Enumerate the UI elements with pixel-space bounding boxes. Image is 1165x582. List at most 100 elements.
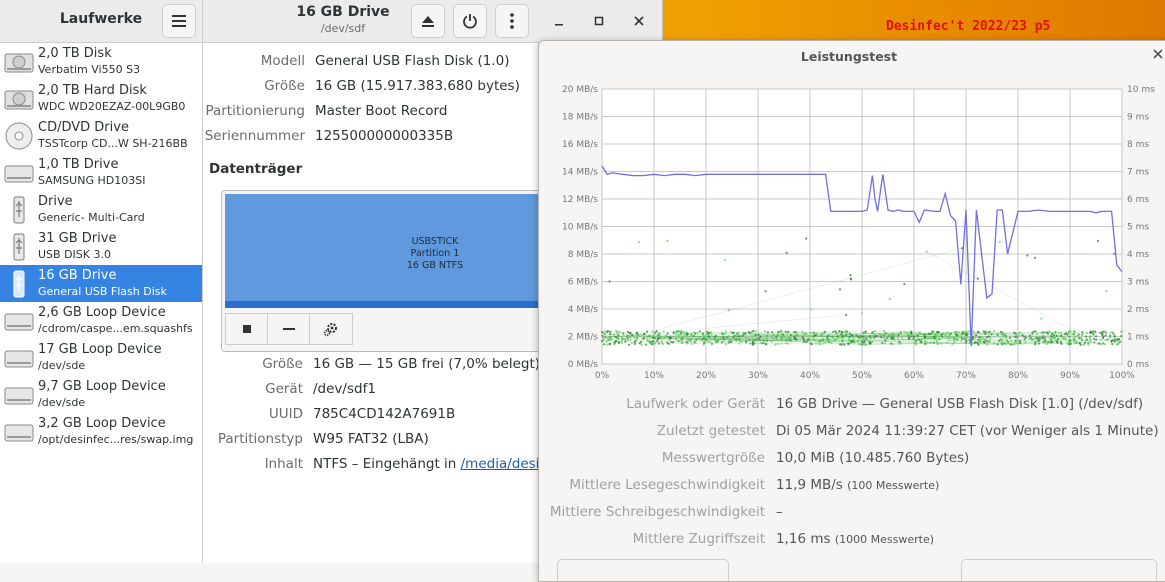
dialog-secondary-button[interactable] [557, 559, 729, 582]
eject-button[interactable] [411, 4, 445, 38]
access-time-point [897, 334, 899, 336]
access-time-point [603, 343, 605, 345]
partition-block[interactable]: USBSTICK Partition 1 16 GB NTFS [225, 194, 559, 308]
benchmark-value: 1,16 ms (1000 Messwerte) [776, 531, 934, 547]
access-time-point [780, 342, 782, 344]
drive-model: Generic- Multi-Card [38, 211, 145, 224]
drive-model: USB DISK 3.0 [38, 248, 111, 261]
sidebar-drive-item[interactable]: 3,2 GB Loop Device/opt/desinfec...res/sw… [0, 413, 202, 450]
drive-list: 2,0 TB DiskVerbatim Vi550 S32,0 TB Hard … [0, 43, 203, 563]
access-time-point [993, 330, 995, 332]
sidebar-drive-item[interactable]: 2,6 GB Loop Device/cdrom/caspe...em.squa… [0, 302, 202, 339]
sidebar-drive-item[interactable]: CD/DVD DriveTSSTcorp CD...W SH-216BB [0, 117, 202, 154]
unmount-button[interactable] [225, 313, 269, 345]
access-time-point [1044, 339, 1046, 341]
more-vertical-icon [510, 13, 514, 29]
x-tick-label: 40% [800, 371, 820, 381]
close-button[interactable] [628, 10, 650, 32]
benchmark-value: – [776, 504, 783, 520]
access-time-point [1109, 335, 1111, 337]
y-right-tick-label: 4 ms [1127, 250, 1149, 260]
access-time-point [665, 334, 667, 336]
access-time-point [1074, 342, 1076, 344]
dialog-close-button[interactable] [1153, 47, 1163, 63]
access-time-point [725, 330, 727, 332]
y-right-tick-label: 1 ms [1127, 333, 1149, 343]
benchmark-label: Laufwerk oder Gerät [539, 396, 765, 412]
access-time-point [956, 336, 958, 338]
info-value: /dev/sdf1 [313, 381, 376, 397]
sidebar-drive-item[interactable]: 1,0 TB DriveSAMSUNG HD103SI [0, 154, 202, 191]
mount-point-link[interactable]: /media/desin [461, 456, 548, 472]
access-time-point [849, 274, 851, 276]
usb-drive-icon [4, 195, 34, 225]
access-time-point [1037, 339, 1039, 341]
access-time-point [1060, 335, 1062, 337]
access-time-point [1054, 332, 1056, 334]
access-time-point [635, 339, 637, 341]
minimize-icon [554, 16, 564, 26]
access-time-point [915, 340, 917, 342]
dialog-primary-button[interactable] [961, 559, 1157, 582]
access-time-point [1044, 331, 1046, 333]
access-time-point [945, 335, 947, 337]
access-time-point [632, 334, 634, 336]
access-time-point [1085, 335, 1087, 337]
access-time-point [764, 330, 766, 332]
access-time-point [1018, 332, 1020, 334]
access-time-point [627, 339, 629, 341]
partition-options-button[interactable] [309, 313, 353, 345]
access-time-point [722, 336, 724, 338]
access-time-point [785, 342, 787, 344]
access-time-point [737, 331, 739, 333]
access-time-point [1093, 341, 1095, 343]
sidebar-drive-item[interactable]: 2,0 TB DiskVerbatim Vi550 S3 [0, 43, 202, 80]
y-right-tick-label: 3 ms [1127, 278, 1149, 288]
drive-model: WDC WD20EZAZ-00L9GB0 [38, 100, 185, 113]
access-time-point [658, 343, 660, 345]
minimize-button[interactable] [548, 10, 570, 32]
app-menu-button[interactable] [162, 4, 196, 38]
maximize-button[interactable] [588, 10, 610, 32]
access-time-point [1102, 342, 1104, 344]
access-time-point [624, 341, 626, 343]
access-time-point [936, 340, 938, 342]
power-off-button[interactable] [453, 4, 487, 38]
sidebar-drive-item[interactable]: 31 GB DriveUSB DISK 3.0 [0, 228, 202, 265]
sidebar-drive-item[interactable]: 2,0 TB Hard DiskWDC WD20EZAZ-00L9GB0 [0, 80, 202, 117]
sidebar-drive-item[interactable]: 17 GB Loop Device/dev/sde [0, 339, 202, 376]
sidebar-drive-item[interactable]: 9,7 GB Loop Device/dev/sde [0, 376, 202, 413]
access-time-point [1116, 343, 1118, 345]
access-time-point [1074, 330, 1076, 332]
access-time-point [767, 331, 769, 333]
access-time-point [1010, 340, 1012, 342]
info-value-text: General USB Flash Disk (1.0) [315, 53, 509, 69]
access-time-point [765, 343, 767, 345]
access-time-point [666, 332, 668, 334]
drive-name: 1,0 TB Drive [38, 157, 118, 172]
access-time-point [615, 330, 617, 332]
access-time-point [819, 343, 821, 345]
sidebar-drive-item[interactable]: DriveGeneric- Multi-Card [0, 191, 202, 228]
access-time-point [724, 259, 726, 261]
drive-drive-icon [4, 380, 34, 410]
access-time-point [730, 331, 732, 333]
drive-name: 2,0 TB Disk [38, 46, 112, 61]
access-time-point [658, 334, 660, 336]
access-time-point [973, 331, 975, 333]
access-time-point [820, 335, 822, 337]
x-tick-label: 70% [956, 371, 976, 381]
x-tick-label: 0% [595, 371, 610, 381]
y-right-tick-label: 10 ms [1127, 85, 1155, 95]
access-time-point [1114, 335, 1116, 337]
sidebar-drive-item[interactable]: 16 GB DriveGeneral USB Flash Disk [0, 265, 202, 302]
access-time-point [1056, 341, 1058, 343]
access-time-point [629, 339, 631, 341]
access-time-point [629, 332, 631, 334]
access-time-point [628, 344, 630, 346]
access-time-point [651, 331, 653, 333]
delete-partition-button[interactable] [267, 313, 311, 345]
access-time-point [936, 331, 938, 333]
drive-menu-button[interactable] [495, 4, 529, 38]
access-time-point [1081, 331, 1083, 333]
